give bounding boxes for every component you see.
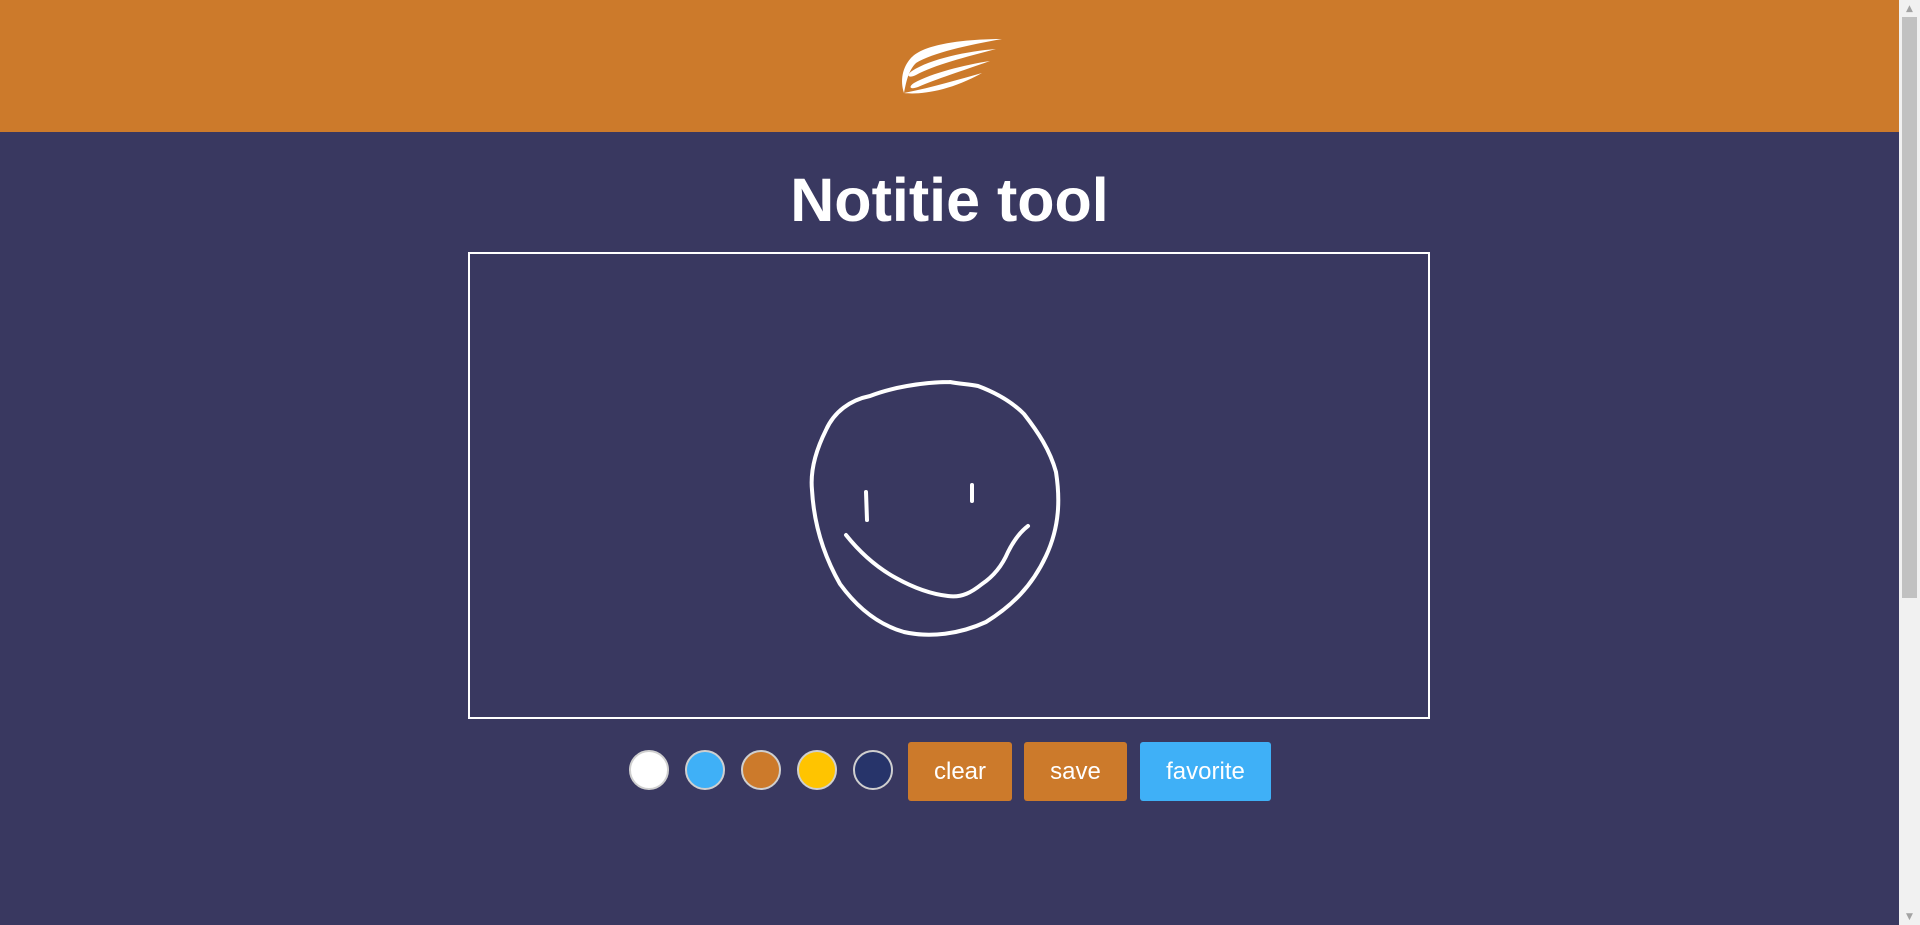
wing-logo-icon[interactable]	[898, 37, 1002, 95]
scroll-up-arrow-icon[interactable]: ▲	[1899, 0, 1920, 17]
scrollbar-thumb[interactable]	[1902, 17, 1917, 598]
vertical-scrollbar[interactable]: ▲ ▼	[1899, 0, 1920, 925]
color-swatch-orange[interactable]	[741, 750, 781, 790]
color-swatch-yellow[interactable]	[797, 750, 837, 790]
left-eye	[864, 490, 869, 522]
main-content: Notitie tool clear save favorite	[0, 132, 1899, 925]
clear-button[interactable]: clear	[908, 742, 1012, 801]
color-swatch-navy[interactable]	[853, 750, 893, 790]
toolbar: clear save favorite	[0, 742, 1899, 802]
face-outline	[809, 380, 1061, 637]
page-title: Notitie tool	[790, 166, 1109, 234]
mouth	[844, 524, 1030, 599]
save-button[interactable]: save	[1024, 742, 1127, 801]
smiley-drawing	[809, 380, 1061, 637]
scroll-down-arrow-icon[interactable]: ▼	[1899, 908, 1920, 925]
header-bar	[0, 0, 1899, 132]
color-swatch-blue[interactable]	[685, 750, 725, 790]
drawing-canvas[interactable]	[468, 252, 1430, 719]
favorite-button[interactable]: favorite	[1140, 742, 1271, 801]
color-swatch-white[interactable]	[629, 750, 669, 790]
